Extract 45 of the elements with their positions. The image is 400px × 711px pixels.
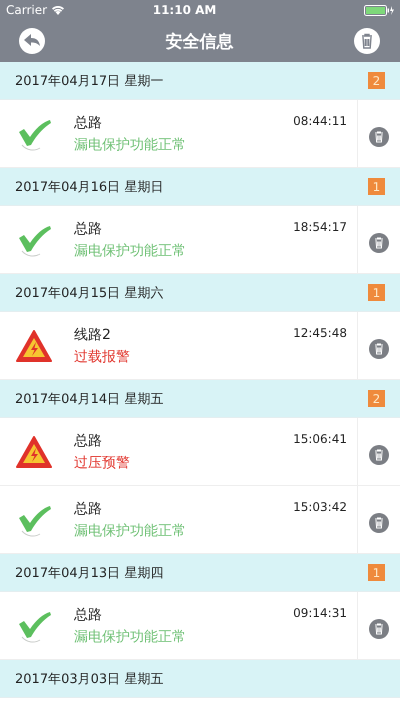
record-time: 12:45:48 (293, 326, 347, 342)
status-time: 11:10 AM (152, 3, 218, 17)
delete-icon[interactable] (369, 512, 389, 532)
date-label: 2017年04月15日 星期六 (15, 284, 164, 302)
circuit-name: 线路2 (74, 326, 111, 344)
status-message: 漏电保护功能正常 (74, 242, 187, 260)
warning-icon (16, 434, 52, 468)
circuit-name: 总路 (74, 606, 102, 624)
circuit-name: 总路 (74, 220, 102, 238)
battery-icon (364, 4, 394, 16)
date-label: 2017年04月16日 星期日 (15, 178, 164, 196)
status-message: 过载报警 (74, 348, 131, 366)
circuit-name: 总路 (74, 114, 102, 132)
warning-icon (16, 328, 52, 362)
wifi-icon (51, 5, 66, 15)
status-message: 漏电保护功能正常 (74, 628, 187, 646)
date-label: 2017年04月17日 星期一 (15, 72, 164, 90)
delete-icon[interactable] (369, 444, 389, 464)
date-label: 2017年04月14日 星期五 (15, 390, 164, 408)
status-message: 漏电保护功能正常 (74, 136, 187, 154)
record-row[interactable]: 总路 15:06:41 过压预警 (0, 418, 400, 486)
page-title: 安全信息 (166, 30, 234, 52)
count-badge: 1 (368, 178, 385, 195)
circuit-name: 总路 (74, 500, 102, 518)
record-time: 15:06:41 (293, 432, 347, 448)
count-badge: 2 (368, 72, 385, 89)
record-time: 15:03:42 (293, 500, 347, 516)
back-button[interactable] (19, 28, 45, 54)
date-label: 2017年04月13日 星期四 (15, 564, 164, 582)
date-label: 2017年03月03日 星期五 (15, 670, 164, 688)
record-time: 09:14:31 (293, 606, 347, 622)
count-badge: 1 (368, 564, 385, 581)
record-time: 08:44:11 (293, 114, 347, 130)
carrier-label: Carrier (6, 3, 48, 17)
status-message: 漏电保护功能正常 (74, 522, 187, 540)
delete-icon[interactable] (369, 618, 389, 638)
delete-icon[interactable] (369, 338, 389, 358)
count-badge: 2 (368, 390, 385, 407)
circuit-name: 总路 (74, 432, 102, 450)
delete-icon[interactable] (369, 126, 389, 146)
delete-all-button[interactable] (354, 28, 380, 54)
status-message: 过压预警 (74, 454, 131, 472)
delete-icon[interactable] (369, 232, 389, 252)
record-time: 18:54:17 (293, 220, 347, 236)
count-badge: 1 (368, 284, 385, 301)
